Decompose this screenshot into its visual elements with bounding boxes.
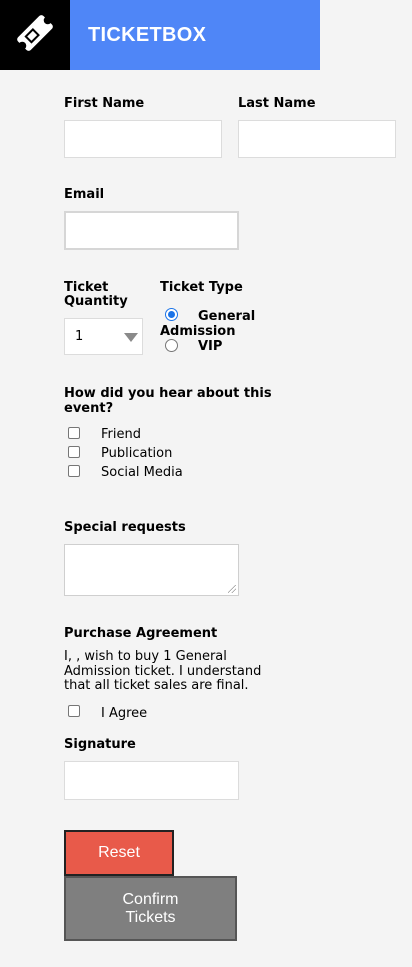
vip-label: VIP [198,339,223,354]
checkbox-social-media[interactable] [68,465,80,477]
brand-bar: TICKETBOX [70,0,320,70]
logo [0,0,70,70]
ticket-quantity-label: Ticket Quantity [64,280,128,309]
email-field[interactable] [64,211,239,250]
checkbox-friend[interactable] [68,427,80,439]
first-name-label: First Name [64,96,145,111]
ticket-type-label: Ticket Type [160,280,243,295]
brand-title: TICKETBOX [88,23,207,46]
option-friend-label: Friend [101,427,141,442]
signature-label: Signature [64,737,136,752]
agreement-text: I, , wish to buy 1 General Admission tic… [64,649,262,693]
purchase-agreement-label: Purchase Agreement [64,626,218,641]
signature-field[interactable] [64,761,239,800]
last-name-field[interactable] [238,120,396,158]
resize-handle-icon[interactable] [228,585,236,593]
checkbox-publication[interactable] [68,446,80,458]
last-name-label: Last Name [238,96,316,111]
chevron-down-icon [124,333,138,342]
checkbox-agree[interactable] [68,705,80,717]
general-admission-label: General Admission [160,309,256,339]
confirm-tickets-button[interactable]: Confirm Tickets [64,876,237,941]
reset-button[interactable]: Reset [64,830,174,876]
ticket-quantity-select[interactable]: 1 [64,318,143,355]
ticket-icon [13,11,57,59]
agree-label: I Agree [101,706,148,721]
ticket-quantity-value: 1 [75,329,84,344]
hear-about-label: How did you hear about this event? [64,386,272,416]
app-header: TICKETBOX [0,0,320,70]
first-name-field[interactable] [64,120,222,158]
radio-vip[interactable] [165,339,178,352]
email-label: Email [64,187,105,202]
option-social-media-label: Social Media [101,465,183,480]
special-requests-label: Special requests [64,520,186,535]
special-requests-textarea[interactable] [64,544,239,596]
option-publication-label: Publication [101,446,173,461]
